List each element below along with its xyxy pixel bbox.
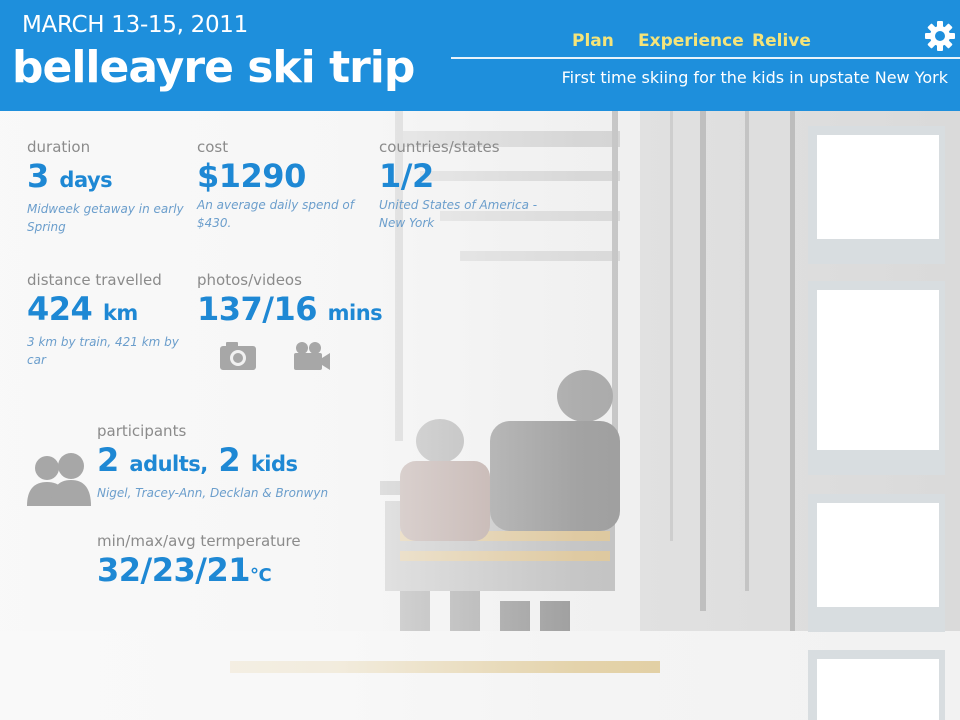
media-icons xyxy=(220,340,340,378)
camera-icon xyxy=(220,342,256,370)
cost-label: cost xyxy=(197,138,229,156)
trip-title: belleayre ski trip xyxy=(12,42,415,93)
video-camera-icon xyxy=(294,342,330,370)
distance-number: 424 xyxy=(27,290,93,328)
participants-value: 2 adults, 2 kids xyxy=(97,440,397,484)
nav-relive[interactable]: Relive xyxy=(752,31,811,51)
temperature-unit: °C xyxy=(249,565,272,586)
header-bar: MARCH 13-15, 2011 belleayre ski trip Pla… xyxy=(0,0,960,111)
temperature-label: min/max/avg termperature xyxy=(97,532,301,550)
kids-label: kids xyxy=(250,452,298,476)
stat-photos: photos/videos 137/16 mins xyxy=(197,271,417,333)
countries-note: United States of America - New York xyxy=(379,198,538,230)
participants-note: Nigel, Tracey-Ann, Decklan & Bronwyn xyxy=(97,486,329,500)
main-nav: Plan Experience Relive xyxy=(572,31,811,51)
distance-value: 424 km xyxy=(27,289,187,333)
duration-note: Midweek getaway in early Spring xyxy=(27,202,184,234)
stat-participants: participants 2 adults, 2 kids Nigel, Tra… xyxy=(97,422,397,502)
adults-label: adults, xyxy=(129,452,208,476)
temperature-number: 32/23/21 xyxy=(97,551,250,589)
stat-cost: cost $1290 An average daily spend of $43… xyxy=(197,138,367,232)
distance-unit: km xyxy=(102,301,138,325)
gear-icon[interactable] xyxy=(924,20,956,52)
photos-number: 137/16 xyxy=(197,290,318,328)
photos-label: photos/videos xyxy=(197,271,302,289)
photos-value: 137/16 mins xyxy=(197,289,417,333)
distance-note: 3 km by train, 421 km by car xyxy=(27,335,179,367)
trip-date: MARCH 13-15, 2011 xyxy=(22,12,248,38)
nav-experience[interactable]: Experience xyxy=(638,31,752,51)
duration-unit: days xyxy=(59,168,113,192)
photos-unit: mins xyxy=(327,301,383,325)
temperature-value: 32/23/21°C xyxy=(97,550,397,596)
cost-note: An average daily spend of $430. xyxy=(197,198,354,230)
duration-label: duration xyxy=(27,138,91,156)
countries-label: countries/states xyxy=(379,138,500,156)
nav-plan[interactable]: Plan xyxy=(572,31,638,51)
kids-count: 2 xyxy=(218,441,241,479)
trip-subtitle: First time skiing for the kids in upstat… xyxy=(561,68,948,87)
duration-value: 3 days xyxy=(27,156,197,200)
people-icon xyxy=(27,452,91,510)
duration-number: 3 xyxy=(27,157,49,195)
photo-thumbnail-4[interactable] xyxy=(808,650,945,720)
cost-value: $1290 xyxy=(197,157,306,195)
stat-distance: distance travelled 424 km 3 km by train,… xyxy=(27,271,187,369)
photo-thumbnail-2[interactable] xyxy=(808,281,945,475)
participants-label: participants xyxy=(97,422,187,440)
adults-count: 2 xyxy=(97,441,119,479)
distance-label: distance travelled xyxy=(27,271,162,289)
stat-countries: countries/states 1/2 United States of Am… xyxy=(379,138,549,232)
countries-value: 1/2 xyxy=(379,157,434,195)
stat-temperature: min/max/avg termperature 32/23/21°C xyxy=(97,532,397,596)
stat-duration: duration 3 days Midweek getaway in early… xyxy=(27,138,197,236)
photo-thumbnail-1[interactable] xyxy=(808,126,945,264)
photo-thumbnail-3[interactable] xyxy=(808,494,945,632)
nav-divider xyxy=(451,57,960,59)
